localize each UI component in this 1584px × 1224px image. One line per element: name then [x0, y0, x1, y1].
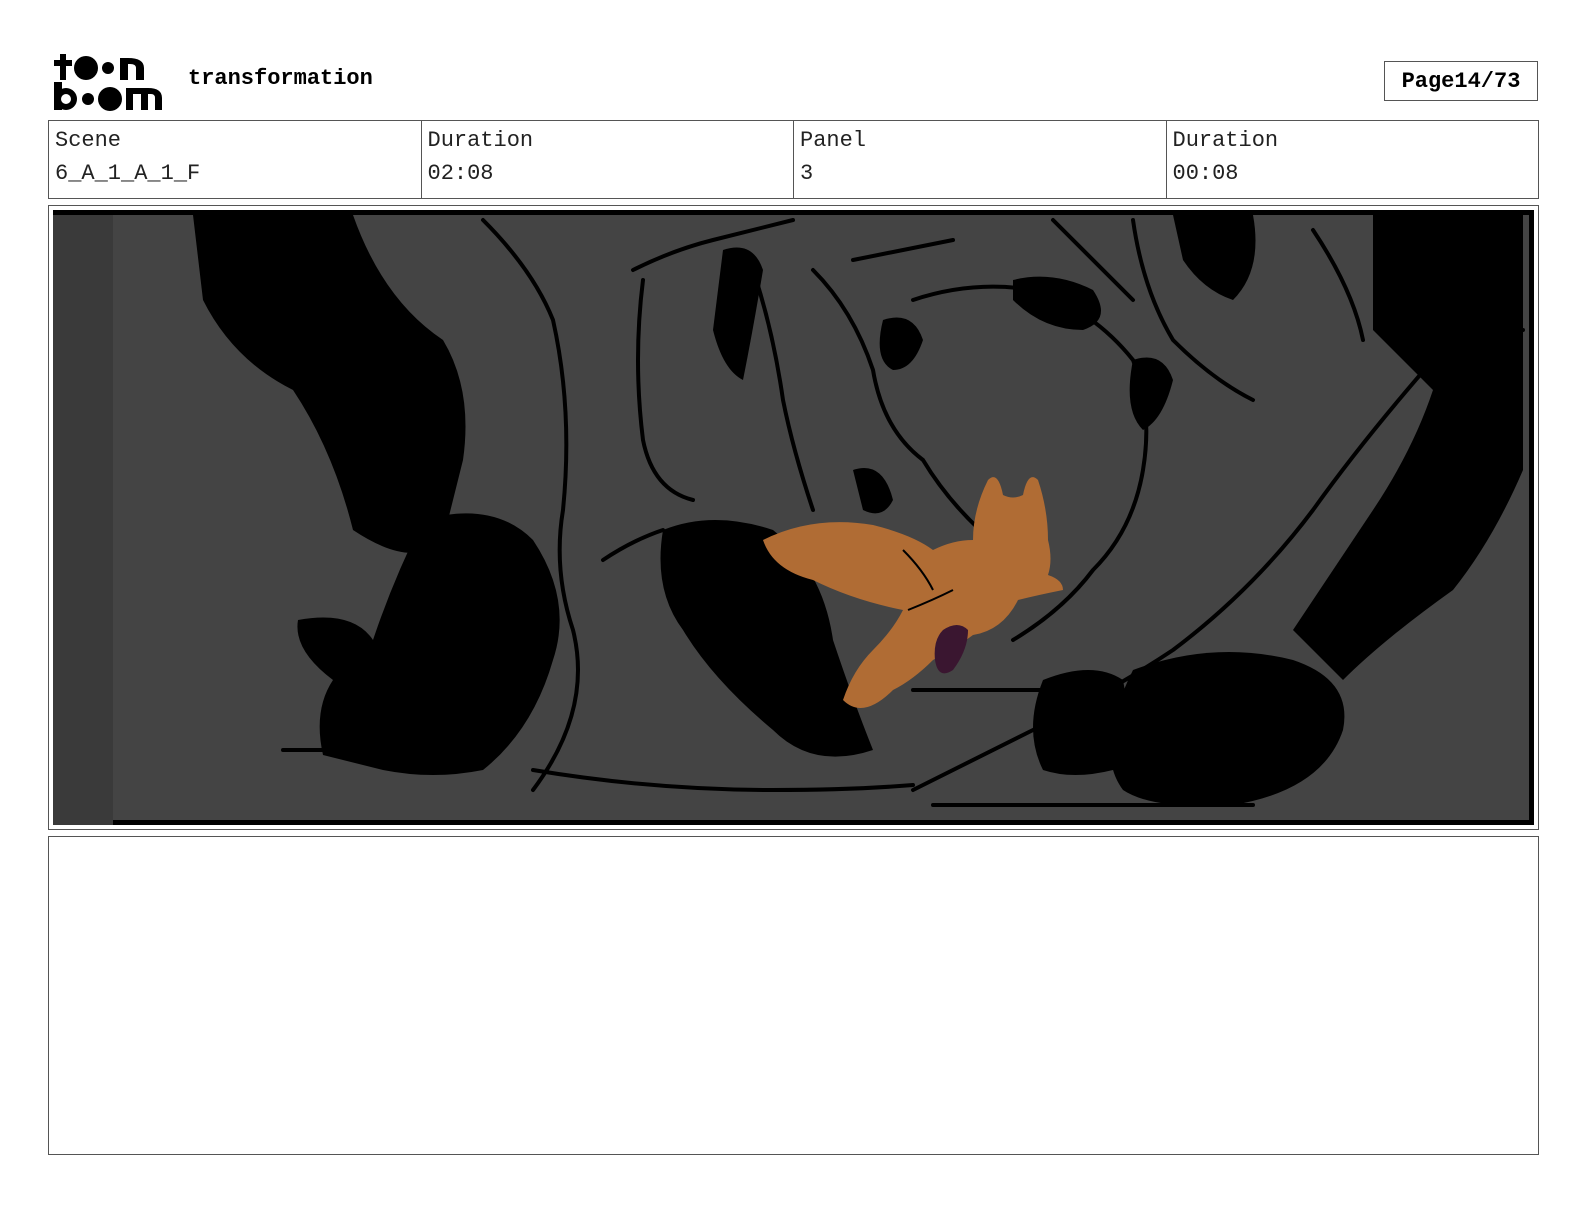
page-current: 14: [1454, 68, 1481, 94]
panel-image: [53, 210, 1534, 825]
page-label: Page: [1401, 68, 1455, 94]
scene-info-table: Scene 6_A_1_A_1_F Duration 02:08 Panel 3…: [48, 120, 1539, 199]
panel-duration-label: Duration: [1172, 128, 1279, 153]
project-title: transformation: [188, 66, 373, 91]
scene-value: 6_A_1_A_1_F: [55, 161, 201, 186]
panel-notes-box[interactable]: [48, 836, 1539, 1155]
scene-duration-cell: Duration 02:08: [422, 121, 794, 198]
page-total: 73: [1494, 68, 1521, 94]
panel-value: 3: [800, 161, 814, 186]
page-indicator: Page 14/73: [1384, 61, 1538, 101]
scene-cell: Scene 6_A_1_A_1_F: [49, 121, 422, 198]
scene-duration-value: 02:08: [427, 161, 494, 186]
scene-label: Scene: [55, 128, 122, 153]
scene-duration-label: Duration: [427, 128, 534, 153]
panel-frame: [48, 205, 1539, 830]
panel-cell: Panel 3: [794, 121, 1167, 198]
panel-label: Panel: [800, 128, 867, 153]
storyboard-drawing: [53, 210, 1534, 825]
panel-duration-cell: Duration 00:08: [1167, 121, 1539, 198]
panel-duration-value: 00:08: [1172, 161, 1239, 186]
toon-boom-logo: [52, 50, 164, 112]
